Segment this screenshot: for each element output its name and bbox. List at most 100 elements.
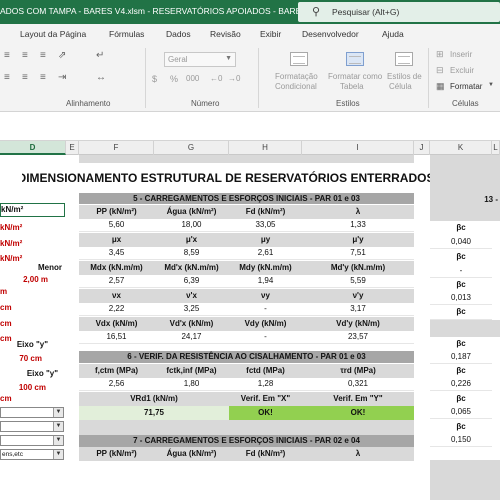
beta-label: βc: [430, 305, 492, 319]
cell-styles-label-2[interactable]: Célula: [389, 82, 412, 91]
wrap-text-icon[interactable]: ↵: [96, 50, 104, 61]
tab-view[interactable]: Exibir: [260, 29, 281, 39]
dropdown-select[interactable]: ens,etc ▼: [0, 449, 64, 460]
table-header: PP (kN/m²): [79, 447, 154, 461]
table-header: μ'y: [302, 233, 414, 247]
table-header: VRd1 (kN/m): [79, 392, 229, 406]
percent-button[interactable]: %: [170, 74, 178, 84]
number-format-select[interactable]: Geral ▼: [164, 52, 236, 67]
table-header: Verif. Em "Y": [302, 392, 414, 406]
conditional-format-label-2[interactable]: Condicional: [275, 82, 317, 91]
align-bottom-icon[interactable]: ≡: [40, 50, 46, 61]
table-cell: 0,321: [302, 378, 414, 391]
tab-help[interactable]: Ajuda: [382, 29, 404, 39]
group-label-number: Número: [191, 99, 220, 108]
table-cell: 5,60: [79, 219, 154, 232]
ribbon-divider: [258, 48, 259, 108]
chevron-down-icon: ▼: [53, 408, 63, 417]
table-header: Vdy (kN/m): [229, 317, 302, 331]
chevron-down-icon[interactable]: ▼: [488, 82, 494, 88]
insert-icon[interactable]: ⊞: [436, 49, 444, 60]
chevron-down-icon: ▼: [53, 450, 63, 459]
format-as-table-label-2[interactable]: Tabela: [340, 82, 364, 91]
k-value: 0,226: [430, 378, 492, 391]
table-header: PP (kN/m²): [79, 205, 154, 219]
format-button[interactable]: Formatar: [450, 82, 482, 91]
eixo-y-value: 70 cm: [19, 354, 42, 363]
k-value: 0,065: [430, 406, 492, 419]
align-right-icon[interactable]: ≡: [40, 72, 46, 83]
tab-developer[interactable]: Desenvolvedor: [302, 29, 359, 39]
search-box[interactable]: ⚲ Pesquisar (Alt+G): [298, 2, 500, 22]
merge-center-icon[interactable]: ↔: [96, 72, 106, 83]
selected-cell[interactable]: kN/m²: [0, 203, 65, 217]
tab-page-layout[interactable]: Layout da Página: [20, 29, 86, 39]
column-header-g[interactable]: G: [154, 141, 229, 155]
column-header-k[interactable]: K: [430, 141, 492, 155]
column-header-e[interactable]: E: [66, 141, 79, 155]
k-value: -: [430, 319, 492, 320]
column-header-f[interactable]: F: [79, 141, 154, 155]
format-cells-icon[interactable]: ▦: [436, 81, 445, 92]
table-cell: 2,61: [229, 247, 302, 260]
table-cell: 33,05: [229, 219, 302, 232]
table-header: μ'x: [154, 233, 229, 247]
format-as-table-label-1[interactable]: Formatar como: [328, 72, 382, 81]
table-cell: 1,80: [154, 378, 229, 391]
table-cell: 16,51: [79, 331, 154, 344]
table-cell: 5,59: [302, 275, 414, 288]
dropdown-select[interactable]: ▼: [0, 435, 64, 446]
table-cell: 1,33: [302, 219, 414, 232]
insert-button[interactable]: Inserir: [450, 50, 472, 59]
unit-cell: m: [0, 287, 8, 296]
indent-icon[interactable]: ⇥: [58, 72, 66, 83]
tab-review[interactable]: Revisão: [210, 29, 241, 39]
unit-cell: cm: [0, 303, 12, 312]
column-header-h[interactable]: H: [229, 141, 302, 155]
chevron-down-icon: ▼: [53, 436, 63, 445]
increase-decimal-icon[interactable]: ←0: [210, 74, 222, 83]
conditional-format-label-1[interactable]: Formatação: [275, 72, 318, 81]
orientation-icon[interactable]: ⇗: [58, 50, 66, 61]
dropdown-select[interactable]: ▼: [0, 421, 64, 432]
delete-icon[interactable]: ⊟: [436, 65, 444, 76]
k-value: 0,150: [430, 434, 492, 447]
table-cell: 3,45: [79, 247, 154, 260]
align-center-icon[interactable]: ≡: [22, 72, 28, 83]
table-header: Md'y (kN.m/m): [302, 261, 414, 275]
table-cell: 2,56: [79, 378, 154, 391]
table-header: Mdx (kN.m/m): [79, 261, 154, 275]
table-header: Mdy (kN.m/m): [229, 261, 302, 275]
column-header-j[interactable]: J: [414, 141, 430, 155]
align-top-icon[interactable]: ≡: [4, 50, 10, 61]
ribbon: ≡ ≡ ≡ ⇗ ≡ ≡ ≡ ⇥ ↵ ↔ Alinhamento Geral ▼ …: [0, 44, 500, 112]
column-header-l[interactable]: L: [492, 141, 500, 155]
beta-label: βc: [430, 250, 492, 264]
table-header: Vd'x (kN/m): [154, 317, 229, 331]
worksheet-grid[interactable]: DIMENSIONAMENTO ESTRUTURAL DE RESERVATÓR…: [0, 155, 500, 500]
cell-styles-icon[interactable]: [395, 52, 413, 66]
beta-label: βc: [430, 278, 492, 292]
cell-styles-label-1[interactable]: Estilos de: [387, 72, 422, 81]
column-header-i[interactable]: I: [302, 141, 414, 155]
align-middle-icon[interactable]: ≡: [22, 50, 28, 61]
dropdown-select[interactable]: ▼: [0, 407, 64, 418]
delete-button[interactable]: Excluir: [450, 66, 474, 75]
column-header-d[interactable]: D: [0, 141, 66, 155]
beta-label: βc: [430, 392, 492, 406]
tab-formulas[interactable]: Fórmulas: [109, 29, 144, 39]
section-7-title: 7 - CARREGAMENTOS E ESFORÇOS INICIAIS - …: [79, 435, 414, 447]
column-headers: D E F G H I J K L: [0, 141, 500, 155]
eixo-y-label: Eixo "y": [16, 340, 48, 349]
formula-bar-area[interactable]: [0, 112, 500, 141]
conditional-format-icon[interactable]: [290, 52, 308, 66]
tab-data[interactable]: Dados: [166, 29, 191, 39]
table-cell: 1,94: [229, 275, 302, 288]
beta-label: βc: [430, 364, 492, 378]
thousands-button[interactable]: 000: [186, 74, 199, 83]
align-left-icon[interactable]: ≡: [4, 72, 10, 83]
decrease-decimal-icon[interactable]: →0: [228, 74, 240, 83]
currency-icon[interactable]: $: [152, 74, 157, 84]
number-format-value: Geral: [168, 55, 188, 64]
format-as-table-icon[interactable]: [346, 52, 364, 66]
